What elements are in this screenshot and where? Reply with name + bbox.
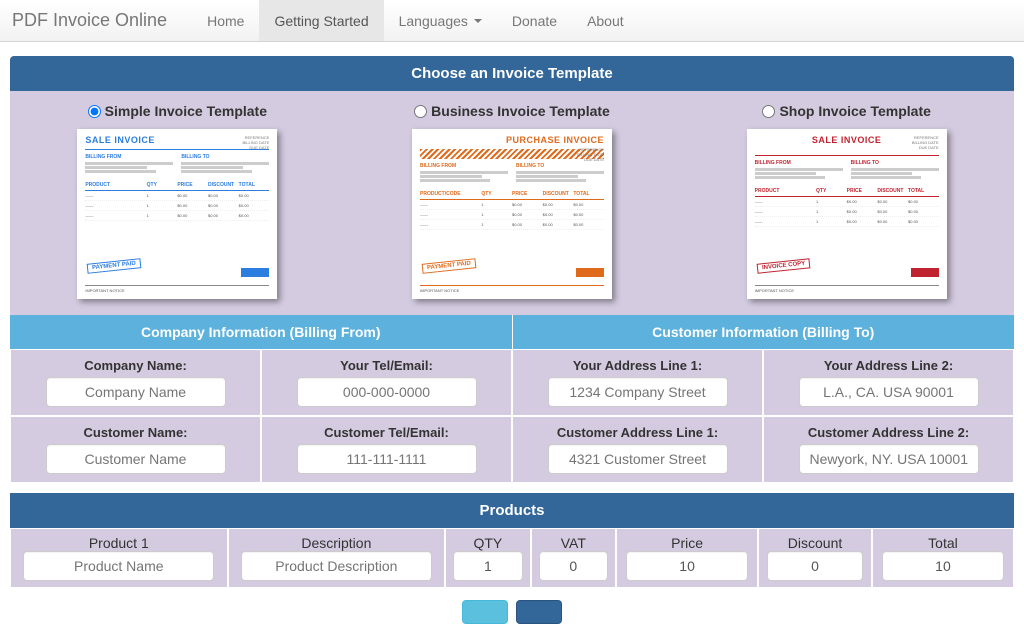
thumb-title: PURCHASE INVOICE — [420, 135, 604, 145]
product-discount-input[interactable] — [767, 551, 862, 581]
product-vat-input[interactable] — [539, 551, 608, 581]
product-name-input[interactable] — [23, 551, 214, 581]
col-total: Total — [877, 535, 1009, 551]
company-addr2-label: Your Address Line 2: — [770, 358, 1007, 373]
product-total-input[interactable] — [882, 551, 1004, 581]
col-product: Product 1 — [15, 535, 223, 551]
customer-tel-input[interactable] — [297, 444, 477, 474]
customer-name-label: Customer Name: — [17, 425, 254, 440]
products-header: Products — [10, 493, 1014, 528]
customer-tel-label: Customer Tel/Email: — [268, 425, 505, 440]
company-addr1-label: Your Address Line 1: — [519, 358, 756, 373]
template-business-thumb[interactable]: PURCHASE INVOICE REFERENCEBILLING DATEDU… — [412, 129, 612, 299]
company-tel-label: Your Tel/Email: — [268, 358, 505, 373]
template-shop-option[interactable]: Shop Invoice Template — [762, 103, 930, 119]
customer-addr2-label: Customer Address Line 2: — [770, 425, 1007, 440]
nav-languages-label: Languages — [399, 13, 468, 29]
navbar: PDF Invoice Online Home Getting Started … — [0, 0, 1024, 42]
template-shop-label: Shop Invoice Template — [779, 103, 930, 119]
template-simple-option[interactable]: Simple Invoice Template — [88, 103, 267, 119]
nav-about[interactable]: About — [572, 0, 639, 41]
customer-addr1-label: Customer Address Line 1: — [519, 425, 756, 440]
template-simple-thumb[interactable]: SALE INVOICE REFERENCEBILLING DATEDUE DA… — [77, 129, 277, 299]
info-headers: Company Information (Billing From) Custo… — [10, 315, 1014, 349]
col-discount: Discount — [763, 535, 867, 551]
product-qty-input[interactable] — [453, 551, 522, 581]
company-tel-input[interactable] — [297, 377, 477, 407]
template-simple-radio[interactable] — [88, 105, 101, 118]
customer-addr2-input[interactable] — [799, 444, 979, 474]
action-button-1[interactable] — [462, 600, 508, 624]
company-addr2-input[interactable] — [799, 377, 979, 407]
nav-home[interactable]: Home — [192, 0, 259, 41]
product-row: Product 1 Description QTY VAT Price Disc… — [10, 528, 1014, 588]
customer-row: Customer Name: Customer Tel/Email: Custo… — [10, 416, 1014, 483]
template-shop-thumb[interactable]: SALE INVOICE REFERENCEBILLING DATEDUE DA… — [747, 129, 947, 299]
action-button-2[interactable] — [516, 600, 562, 624]
brand[interactable]: PDF Invoice Online — [12, 0, 182, 41]
choose-template-header: Choose an Invoice Template — [10, 56, 1014, 91]
company-name-input[interactable] — [46, 377, 226, 407]
company-info-header: Company Information (Billing From) — [10, 315, 512, 349]
col-desc: Description — [233, 535, 441, 551]
template-business-label: Business Invoice Template — [431, 103, 610, 119]
company-row: Company Name: Your Tel/Email: Your Addre… — [10, 349, 1014, 416]
product-price-input[interactable] — [626, 551, 748, 581]
customer-addr1-input[interactable] — [548, 444, 728, 474]
template-gallery: Simple Invoice Template SALE INVOICE REF… — [10, 91, 1014, 315]
template-business-radio[interactable] — [414, 105, 427, 118]
template-shop-radio[interactable] — [762, 105, 775, 118]
company-addr1-input[interactable] — [548, 377, 728, 407]
product-desc-input[interactable] — [241, 551, 432, 581]
template-simple-label: Simple Invoice Template — [105, 103, 267, 119]
company-name-label: Company Name: — [17, 358, 254, 373]
customer-name-input[interactable] — [46, 444, 226, 474]
col-qty: QTY — [450, 535, 525, 551]
col-price: Price — [621, 535, 753, 551]
template-business-option[interactable]: Business Invoice Template — [414, 103, 610, 119]
chevron-down-icon — [474, 19, 482, 23]
customer-info-header: Customer Information (Billing To) — [512, 315, 1015, 349]
nav-languages[interactable]: Languages — [384, 0, 497, 41]
nav-getting-started[interactable]: Getting Started — [259, 0, 383, 41]
nav-donate[interactable]: Donate — [497, 0, 572, 41]
col-vat: VAT — [536, 535, 611, 551]
